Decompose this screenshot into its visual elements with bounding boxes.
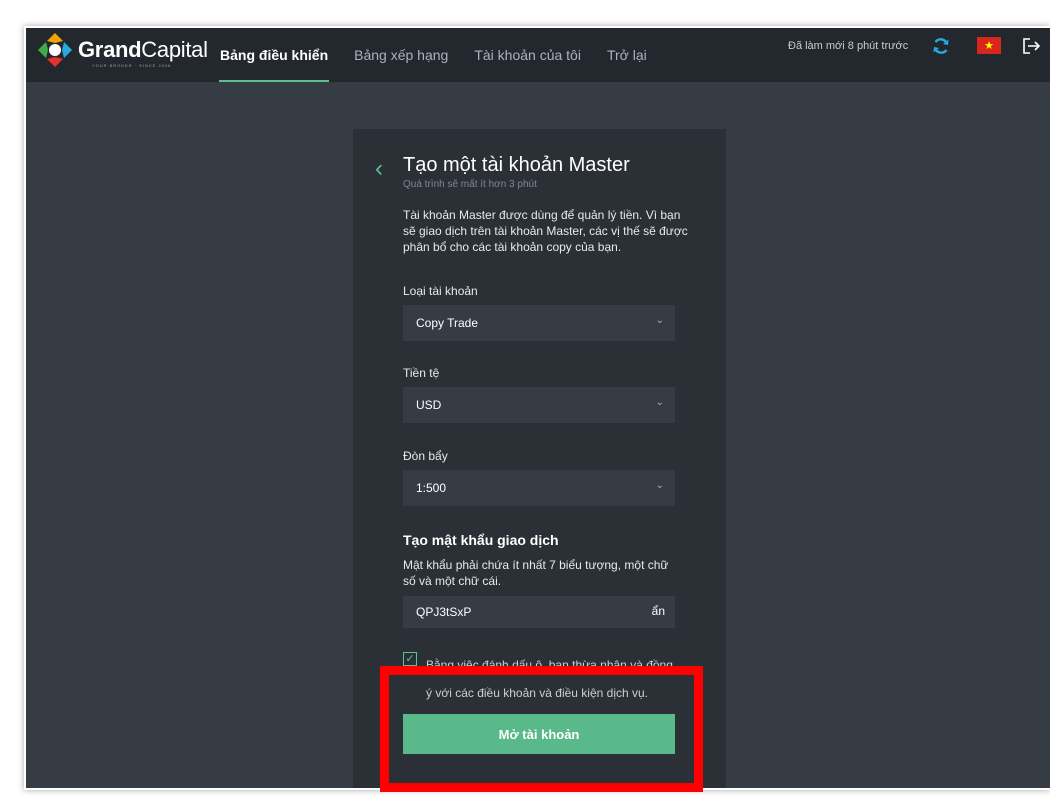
logout-icon[interactable] <box>1021 36 1041 56</box>
nav-item-leaderboard[interactable]: Bảng xếp hạng <box>353 28 449 82</box>
password-hide-toggle[interactable]: ẩn <box>652 604 665 618</box>
password-input[interactable]: QPJ3tSxP ẩn <box>403 596 675 628</box>
main-nav: Bảng điều khiển Bảng xếp hạng Tài khoản … <box>219 28 672 82</box>
leverage-value: 1:500 <box>416 481 447 495</box>
top-navigation-bar: GrandCapital YOUR BROKER · SINCE 2006 Bả… <box>26 28 1050 82</box>
currency-label: Tiền tệ <box>403 366 440 380</box>
password-value: QPJ3tSxP <box>416 605 472 619</box>
refresh-status-text: Đã làm mới 8 phút trước <box>788 40 909 52</box>
terms-checkbox[interactable]: ✓ <box>403 652 417 666</box>
logo-wordmark: GrandCapital <box>78 37 208 62</box>
account-type-label: Loại tài khoản <box>403 284 478 298</box>
chevron-left-icon[interactable]: ‹ <box>375 155 383 183</box>
password-hint: Mật khẩu phải chứa ít nhất 7 biểu tượng,… <box>403 558 669 588</box>
red-highlight-box <box>380 666 703 792</box>
nav-item-back[interactable]: Trở lại <box>606 28 648 82</box>
logo-tagline: YOUR BROKER · SINCE 2006 <box>92 63 172 68</box>
vietnam-flag-icon[interactable]: ★ <box>977 37 1001 54</box>
password-section-title: Tạo mật khẩu giao dịch <box>403 532 559 548</box>
leverage-select[interactable]: 1:500 ⌄ <box>403 470 675 506</box>
account-type-select[interactable]: Copy Trade ⌄ <box>403 305 675 341</box>
nav-item-dashboard[interactable]: Bảng điều khiển <box>219 28 330 82</box>
page-title: Tạo một tài khoản Master <box>403 154 630 176</box>
form-description: Tài khoản Master được dùng để quản lý ti… <box>403 208 688 254</box>
logo-mark-icon <box>36 31 74 69</box>
currency-value: USD <box>416 398 442 412</box>
chevron-down-icon: ⌄ <box>655 315 664 326</box>
page-subtitle: Quá trình sẽ mất ít hơn 3 phút <box>403 179 537 190</box>
grandcapital-logo[interactable]: GrandCapital YOUR BROKER · SINCE 2006 <box>36 30 208 70</box>
leverage-label: Đòn bẩy <box>403 449 448 463</box>
refresh-icon[interactable] <box>931 36 951 56</box>
currency-select[interactable]: USD ⌄ <box>403 387 675 423</box>
nav-item-my-account[interactable]: Tài khoản của tôi <box>473 28 582 82</box>
chevron-down-icon: ⌄ <box>655 397 664 408</box>
chevron-down-icon: ⌄ <box>655 480 664 491</box>
account-type-value: Copy Trade <box>416 316 479 330</box>
